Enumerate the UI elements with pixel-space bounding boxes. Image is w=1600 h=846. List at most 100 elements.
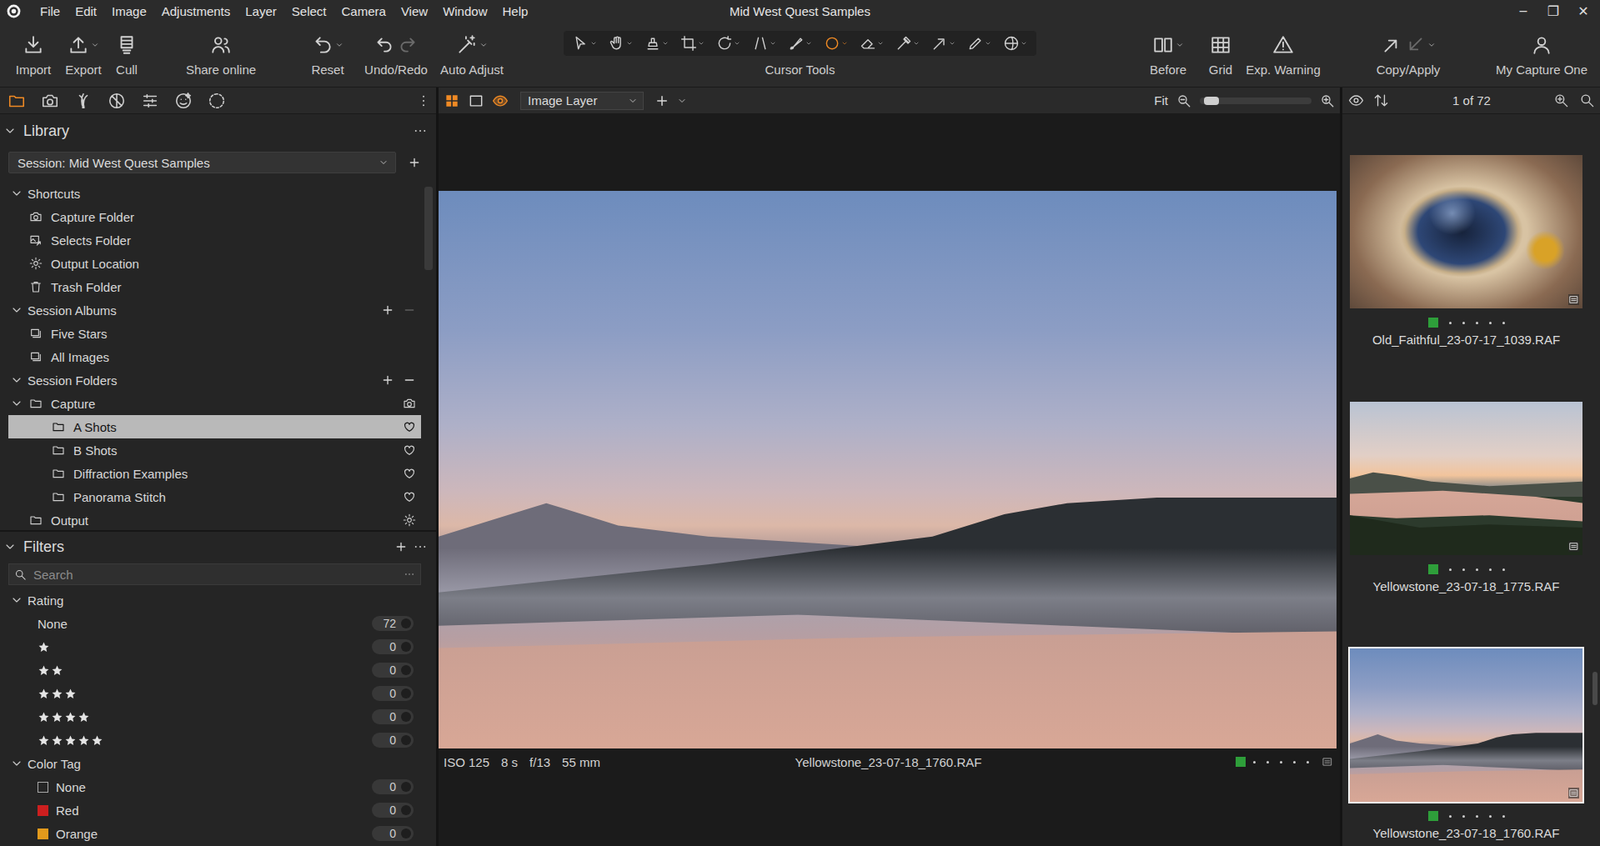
menu-item[interactable]: Image <box>104 4 155 19</box>
toolbar-button[interactable]: My Capture One <box>1491 22 1592 78</box>
copy-icon[interactable] <box>1380 34 1403 56</box>
heart-icon[interactable] <box>402 443 417 457</box>
tree-item[interactable]: Five Stars <box>8 321 422 346</box>
filter-row[interactable]: None0 <box>0 775 437 799</box>
filter-group-header[interactable]: Color Tag <box>0 752 437 776</box>
chevron-down-icon[interactable] <box>1020 40 1028 47</box>
add-icon[interactable] <box>381 373 395 387</box>
zoom-label[interactable]: Fit <box>1153 93 1169 108</box>
chevron-down-icon[interactable] <box>841 40 848 47</box>
more-icon[interactable] <box>403 568 416 581</box>
filter-search[interactable] <box>8 563 422 586</box>
count-badge[interactable]: 0 <box>371 779 414 795</box>
color-tag[interactable] <box>1428 317 1439 328</box>
chevron-down-icon[interactable] <box>10 757 24 771</box>
toolbar-button[interactable]: Exp. Warning <box>1241 22 1325 78</box>
filter-row[interactable]: 0 <box>0 728 437 753</box>
more-icon[interactable] <box>412 123 428 139</box>
grid-view-icon[interactable] <box>443 92 461 110</box>
count-badge[interactable]: 0 <box>371 662 414 678</box>
cursor-tool[interactable] <box>746 35 783 52</box>
heart-icon[interactable] <box>402 466 417 481</box>
heart-icon[interactable] <box>402 490 417 504</box>
sort-icon[interactable] <box>1373 92 1390 109</box>
filter-row[interactable]: 0 <box>0 658 437 683</box>
gear-icon[interactable] <box>402 513 417 527</box>
sliders-tab-icon[interactable] <box>140 91 160 111</box>
face-tab-icon[interactable] <box>174 91 193 111</box>
color-tag[interactable] <box>1428 564 1439 575</box>
count-badge[interactable]: 0 <box>371 732 414 748</box>
chevron-down-icon[interactable] <box>805 40 813 47</box>
apply-icon[interactable] <box>1404 34 1426 56</box>
cursor-tool[interactable] <box>997 35 1034 52</box>
count-badge[interactable]: 0 <box>371 686 414 702</box>
filter-group-header[interactable]: Rating <box>0 588 437 612</box>
chevron-down-icon[interactable] <box>90 40 100 50</box>
color-tab-icon[interactable] <box>107 91 126 111</box>
thumbnail[interactable]: Old_Faithful_23-07-17_1039.RAF <box>1348 153 1585 401</box>
camera-tab-icon[interactable] <box>40 91 60 111</box>
toolbar-button[interactable]: Grid <box>1199 22 1242 78</box>
toolbar-button[interactable]: Undo/Redo <box>358 22 434 78</box>
tree-item[interactable]: All Images <box>8 345 422 369</box>
more-icon[interactable] <box>416 93 432 109</box>
window-control[interactable]: ❐ <box>1538 3 1569 20</box>
filter-row[interactable]: Orange0 <box>0 822 437 846</box>
search-input[interactable] <box>33 565 404 585</box>
chevron-down-icon[interactable] <box>984 40 992 47</box>
cursor-tool[interactable] <box>638 35 675 52</box>
chevron-down-icon[interactable] <box>3 124 17 138</box>
chevron-down-icon[interactable] <box>10 303 24 317</box>
chevron-down-icon[interactable] <box>948 40 956 47</box>
chevron-down-icon[interactable] <box>479 40 488 50</box>
camera-icon[interactable] <box>402 396 417 411</box>
cursor-tool[interactable] <box>853 35 890 52</box>
menu-item[interactable]: View <box>393 4 436 19</box>
cursor-tool[interactable] <box>782 35 818 52</box>
toolbar-button[interactable]: Cull <box>108 22 146 78</box>
chevron-down-icon[interactable] <box>590 40 597 47</box>
count-badge[interactable]: 72 <box>371 616 414 632</box>
tree-item[interactable]: A Shots <box>8 415 422 439</box>
library-scrollbar[interactable] <box>424 186 433 531</box>
chevron-down-icon[interactable] <box>10 373 24 387</box>
thumbnail[interactable]: Yellowstone_23-07-18_1775.RAF <box>1348 400 1585 648</box>
filter-row[interactable]: 0 <box>0 635 437 659</box>
add-icon[interactable] <box>381 303 395 317</box>
add-icon[interactable] <box>407 155 422 170</box>
remove-icon[interactable] <box>402 373 417 387</box>
cursor-tool[interactable] <box>674 35 711 52</box>
zoom-icon[interactable] <box>1553 92 1570 109</box>
toolbar-button[interactable]: Before <box>1141 22 1195 78</box>
menu-item[interactable]: Help <box>494 4 536 19</box>
chevron-down-icon[interactable] <box>335 40 344 50</box>
tree-item[interactable]: Output <box>8 508 422 531</box>
menu-item[interactable]: Camera <box>334 4 394 19</box>
add-layer-icon[interactable] <box>654 93 670 109</box>
toolbar-button[interactable]: Export <box>58 22 109 78</box>
undo-icon[interactable] <box>373 34 396 56</box>
rating[interactable] <box>1449 321 1505 325</box>
tree-item[interactable]: Capture Folder <box>8 205 422 229</box>
chevron-down-icon[interactable] <box>10 186 24 201</box>
session-dropdown[interactable]: Session: Mid West Quest Samples <box>8 151 397 174</box>
chevron-down-icon[interactable] <box>697 40 705 47</box>
count-badge[interactable]: 0 <box>371 826 414 842</box>
chevron-down-icon[interactable] <box>3 540 17 554</box>
layer-dropdown[interactable]: Image Layer <box>520 91 644 111</box>
tree-item[interactable]: Diffraction Examples <box>8 461 422 486</box>
chevron-down-icon[interactable] <box>769 40 777 47</box>
chevron-down-icon[interactable] <box>10 396 24 411</box>
toolbar-button[interactable]: Import <box>8 22 59 78</box>
chevron-down-icon[interactable] <box>626 40 633 47</box>
toolbar-button[interactable]: Share online <box>175 22 267 78</box>
cursor-tool[interactable] <box>961 35 998 52</box>
tree-item[interactable]: Trash Folder <box>8 275 422 299</box>
rating[interactable] <box>1449 568 1505 572</box>
menu-item[interactable]: Edit <box>67 4 105 19</box>
chevron-down-icon[interactable] <box>662 40 669 47</box>
zoom-in-icon[interactable] <box>1319 93 1335 109</box>
lens-tab-icon[interactable] <box>74 91 93 111</box>
filters-header[interactable]: Filters <box>0 531 437 562</box>
